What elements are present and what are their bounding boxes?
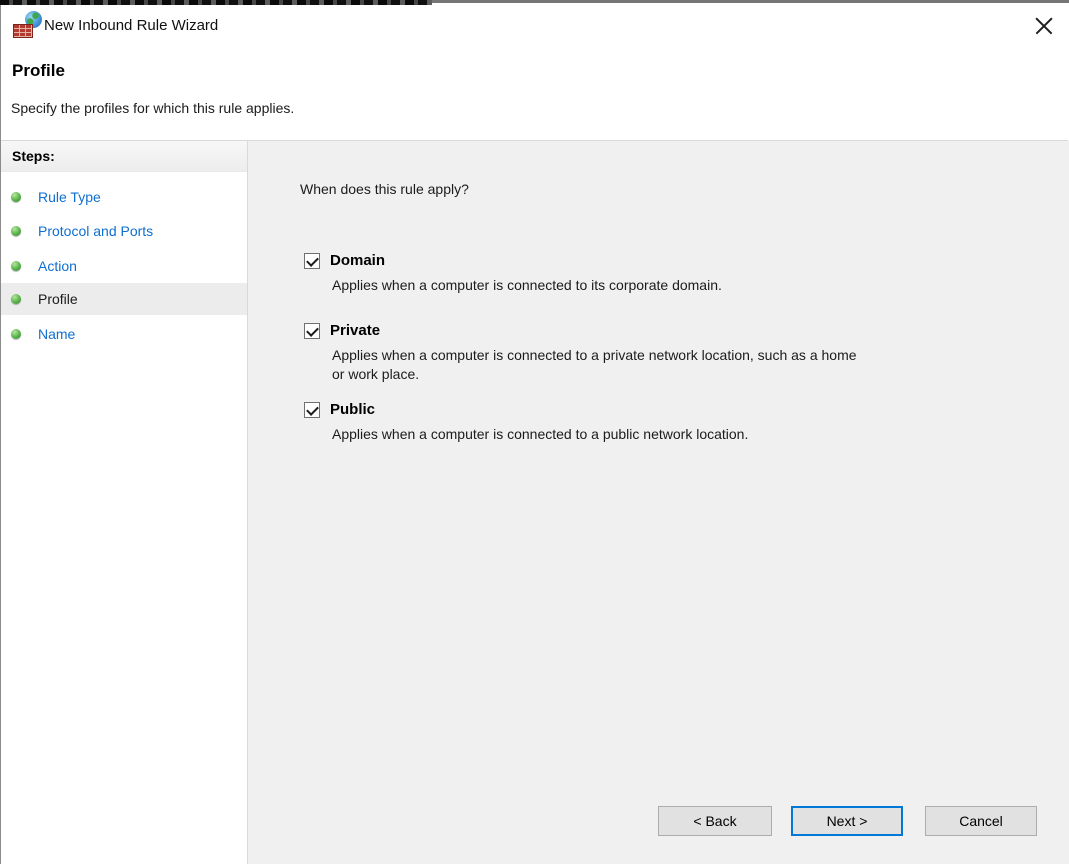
sidebar-item-label: Profile	[38, 291, 78, 307]
sidebar-item-profile[interactable]: Profile	[1, 283, 247, 315]
option-domain: Domain Applies when a computer is connec…	[304, 252, 722, 295]
step-bullet-icon	[11, 294, 21, 304]
step-bullet-icon	[11, 261, 21, 271]
sidebar-item-action[interactable]: Action	[1, 250, 247, 282]
background-text-fragments	[0, 0, 432, 5]
public-description: Applies when a computer is connected to …	[332, 426, 749, 442]
wizard-header: New Inbound Rule Wizard Profile Specify …	[1, 3, 1068, 141]
option-public: Public Applies when a computer is connec…	[304, 401, 748, 444]
close-icon[interactable]	[1034, 16, 1054, 36]
step-bullet-icon	[11, 329, 21, 339]
check-icon	[306, 402, 319, 416]
window-left-border	[0, 3, 1, 864]
private-checkbox-label[interactable]: Private	[330, 322, 380, 339]
check-icon	[306, 253, 319, 267]
cancel-button[interactable]: Cancel	[925, 806, 1037, 836]
sidebar-item-name[interactable]: Name	[1, 318, 247, 350]
check-icon	[306, 323, 319, 337]
background-window-remnant	[0, 0, 1069, 5]
wizard-content: When does this rule apply? Domain Applie…	[248, 141, 1069, 864]
sidebar-item-protocol-and-ports[interactable]: Protocol and Ports	[1, 215, 247, 247]
sidebar-item-label: Rule Type	[38, 189, 101, 205]
new-inbound-rule-wizard-window: New Inbound Rule Wizard Profile Specify …	[0, 0, 1069, 864]
steps-sidebar: Steps: Rule Type Protocol and Ports Acti…	[1, 141, 248, 864]
page-subtitle: Specify the profiles for which this rule…	[11, 100, 295, 116]
sidebar-item-label: Action	[38, 258, 77, 274]
private-checkbox[interactable]	[304, 322, 320, 339]
domain-checkbox[interactable]	[304, 252, 320, 269]
sidebar-item-rule-type[interactable]: Rule Type	[1, 181, 247, 213]
wizard-button-bar: < Back Next > Cancel	[658, 806, 1037, 836]
next-button[interactable]: Next >	[791, 806, 903, 836]
steps-heading: Steps:	[1, 141, 247, 172]
sidebar-item-label: Protocol and Ports	[38, 223, 154, 239]
firewall-icon	[13, 11, 42, 38]
back-button[interactable]: < Back	[658, 806, 772, 836]
page-title: Profile	[12, 61, 65, 80]
brick-wall-icon	[13, 24, 33, 38]
question-text: When does this rule apply?	[300, 181, 469, 197]
domain-checkbox-label[interactable]: Domain	[330, 252, 385, 269]
step-bullet-icon	[11, 226, 21, 236]
public-checkbox[interactable]	[304, 401, 320, 418]
public-checkbox-label[interactable]: Public	[330, 401, 375, 418]
window-title: New Inbound Rule Wizard	[44, 17, 219, 34]
private-description: Applies when a computer is connected to …	[332, 347, 857, 382]
sidebar-item-label: Name	[38, 326, 76, 342]
option-private: Private Applies when a computer is conne…	[304, 322, 857, 384]
domain-description: Applies when a computer is connected to …	[332, 277, 722, 293]
step-bullet-icon	[11, 192, 21, 202]
